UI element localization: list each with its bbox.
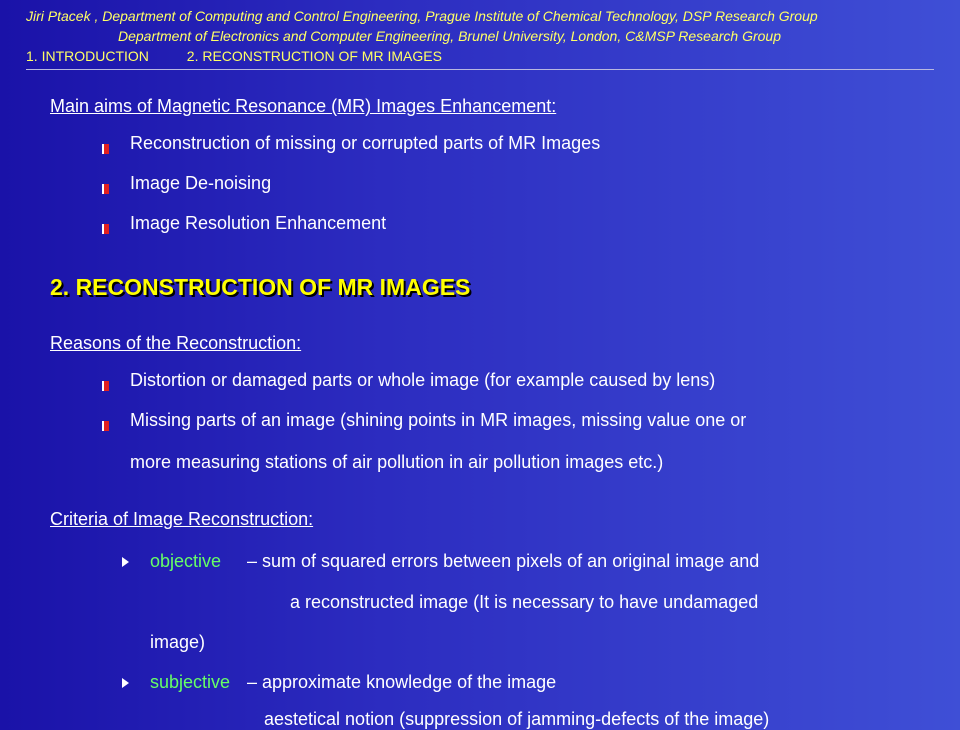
reasons-item-continuation: more measuring stations of air pollution…	[130, 452, 664, 472]
aims-item: Image De-noising	[130, 173, 272, 193]
section-heading: 2. RECONSTRUCTION OF MR IMAGES	[50, 274, 471, 300]
criterion-term-objective: objective	[150, 551, 222, 571]
criterion-objective-text: a reconstructed image (It is necessary t…	[290, 592, 759, 612]
nav-item-reconstruction[interactable]: 2. RECONSTRUCTION OF MR IMAGES	[187, 48, 442, 64]
nav-item-introduction[interactable]: 1. INTRODUCTION	[26, 48, 149, 64]
criterion-subjective-text: – approximate knowledge of the image	[247, 672, 557, 692]
header-divider	[26, 69, 934, 70]
square-bullet-icon	[102, 144, 109, 154]
header-author-line: Jiri Ptacek , Department of Computing an…	[26, 8, 818, 24]
criteria-title: Criteria of Image Reconstruction:	[50, 509, 314, 529]
square-bullet-icon	[102, 421, 109, 431]
criterion-term-subjective: subjective	[150, 672, 231, 692]
criterion-objective-text: – sum of squared errors between pixels o…	[247, 551, 760, 571]
square-bullet-icon	[102, 224, 109, 234]
header-affiliation-line: Department of Electronics and Computer E…	[118, 28, 781, 44]
reasons-item: Missing parts of an image (shining point…	[130, 410, 747, 430]
aims-item: Image Resolution Enhancement	[130, 213, 387, 233]
aims-title: Main aims of Magnetic Resonance (MR) Ima…	[50, 96, 557, 116]
aims-item: Reconstruction of missing or corrupted p…	[130, 133, 601, 153]
reasons-title: Reasons of the Reconstruction:	[50, 333, 302, 353]
criterion-objective-text: image)	[150, 632, 206, 652]
arrow-bullet-icon	[122, 678, 129, 688]
reasons-item: Distortion or damaged parts or whole ima…	[130, 370, 716, 390]
square-bullet-icon	[102, 184, 109, 194]
arrow-bullet-icon	[122, 557, 129, 567]
section-nav: 1. INTRODUCTION 2. RECONSTRUCTION OF MR …	[26, 48, 442, 64]
square-bullet-icon	[102, 381, 109, 391]
